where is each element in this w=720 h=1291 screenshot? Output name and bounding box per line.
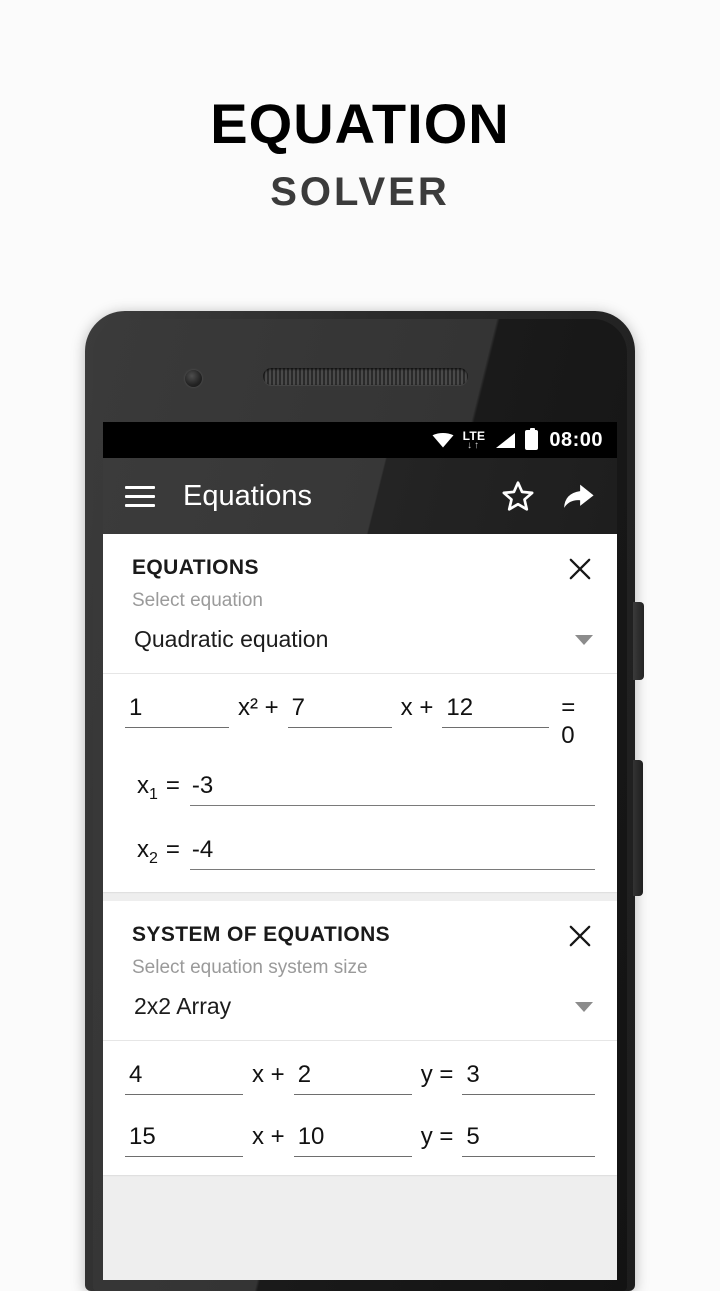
promo-title: EQUATION — [210, 92, 510, 155]
coefficient-a-input[interactable]: 1 — [125, 694, 229, 728]
star-outline-icon[interactable] — [501, 479, 535, 513]
system-rhs-input[interactable]: 3 — [462, 1061, 595, 1095]
system-select-label: Select equation system size — [132, 957, 368, 978]
system-equation-row: 15 x + 10 y = 5 — [125, 1123, 595, 1157]
system-coefficient-y-input[interactable]: 2 — [293, 1061, 412, 1095]
system-coefficient-x-input[interactable]: 15 — [125, 1123, 243, 1157]
hamburger-line — [125, 485, 155, 489]
system-term-x-label: x + — [252, 1123, 285, 1150]
equation-type-dropdown[interactable]: Quadratic equation — [103, 612, 617, 673]
system-card-title: SYSTEM OF EQUATIONS — [132, 923, 391, 946]
solution-equals: = — [165, 836, 180, 863]
system-rhs-input[interactable]: 5 — [462, 1123, 595, 1157]
equations-card: EQUATIONS Select equation Quadratic equa… — [103, 534, 617, 892]
equations-card-title: EQUATIONS — [132, 556, 259, 579]
power-button[interactable] — [633, 602, 644, 680]
share-arrow-icon[interactable] — [561, 480, 595, 512]
chevron-down-icon — [575, 1001, 593, 1012]
screen-content: EQUATIONS Select equation Quadratic equa… — [103, 534, 617, 1280]
equations-card-header: EQUATIONS — [103, 534, 617, 582]
quadratic-solutions: x1 = -3 x2 = -4 — [103, 768, 617, 892]
quadratic-equation-inputs: 1 x² + 7 x + 12 = 0 — [103, 674, 617, 768]
quadratic-equation-row: 1 x² + 7 x + 12 = 0 — [125, 694, 595, 750]
hamburger-line — [125, 503, 155, 507]
system-of-equations-card: SYSTEM OF EQUATIONS Select equation syst… — [103, 901, 617, 1175]
close-x-icon[interactable] — [567, 556, 593, 582]
wifi-icon — [432, 432, 454, 448]
earpiece-speaker — [263, 368, 468, 385]
system-equation-row: 4 x + 2 y = 3 — [125, 1061, 595, 1095]
status-bar-clock: 08:00 — [549, 428, 603, 451]
coefficient-c-input[interactable]: 12 — [442, 694, 550, 728]
solution-label: x2 — [137, 836, 158, 867]
network-type-indicator: LTE ↓↑ — [463, 430, 486, 451]
promo-heading-block: EQUATION SOLVER — [0, 0, 720, 214]
signal-bars-icon — [494, 432, 516, 449]
system-size-dropdown[interactable]: 2x2 Array — [103, 979, 617, 1040]
solution-row: x2 = -4 — [125, 836, 595, 870]
chevron-down-icon — [575, 634, 593, 645]
equation-type-value: Quadratic equation — [134, 626, 329, 652]
promo-subtitle: SOLVER — [270, 170, 450, 214]
term-b-label: x + — [400, 694, 434, 721]
system-card-header: SYSTEM OF EQUATIONS — [103, 901, 617, 949]
volume-rocker-button[interactable] — [633, 760, 643, 896]
battery-full-icon — [525, 428, 539, 450]
system-coefficient-x-input[interactable]: 4 — [125, 1061, 243, 1095]
phone-screen: LTE ↓↑ 08:00 Equations EQUATIONS Select … — [103, 422, 617, 1280]
system-term-y-label: y = — [420, 1061, 454, 1088]
system-term-y-label: y = — [420, 1123, 454, 1150]
solution-label: x1 — [137, 772, 158, 803]
hamburger-menu-icon[interactable] — [125, 485, 155, 507]
equations-select-label: Select equation — [132, 590, 263, 611]
equals-zero-label: = 0 — [561, 694, 576, 749]
close-x-icon[interactable] — [567, 923, 593, 949]
solution-row: x1 = -3 — [125, 772, 595, 806]
app-bar-title: Equations — [183, 479, 312, 512]
app-bar: Equations — [103, 458, 617, 534]
hamburger-line — [125, 494, 155, 498]
system-coefficient-y-input[interactable]: 10 — [293, 1123, 412, 1157]
solution-equals: = — [165, 772, 180, 799]
network-activity-arrows: ↓↑ — [467, 439, 481, 451]
solution-value-field[interactable]: -3 — [189, 772, 595, 806]
system-equation-inputs: 4 x + 2 y = 3 15 x + 10 y = 5 — [103, 1041, 617, 1175]
solution-value-field[interactable]: -4 — [189, 836, 595, 870]
front-camera-icon — [185, 370, 202, 387]
system-size-value: 2x2 Array — [134, 993, 232, 1019]
term-a-label: x² + — [237, 694, 279, 721]
status-bar: LTE ↓↑ 08:00 — [103, 422, 617, 458]
coefficient-b-input[interactable]: 7 — [287, 694, 392, 728]
system-term-x-label: x + — [252, 1061, 285, 1088]
